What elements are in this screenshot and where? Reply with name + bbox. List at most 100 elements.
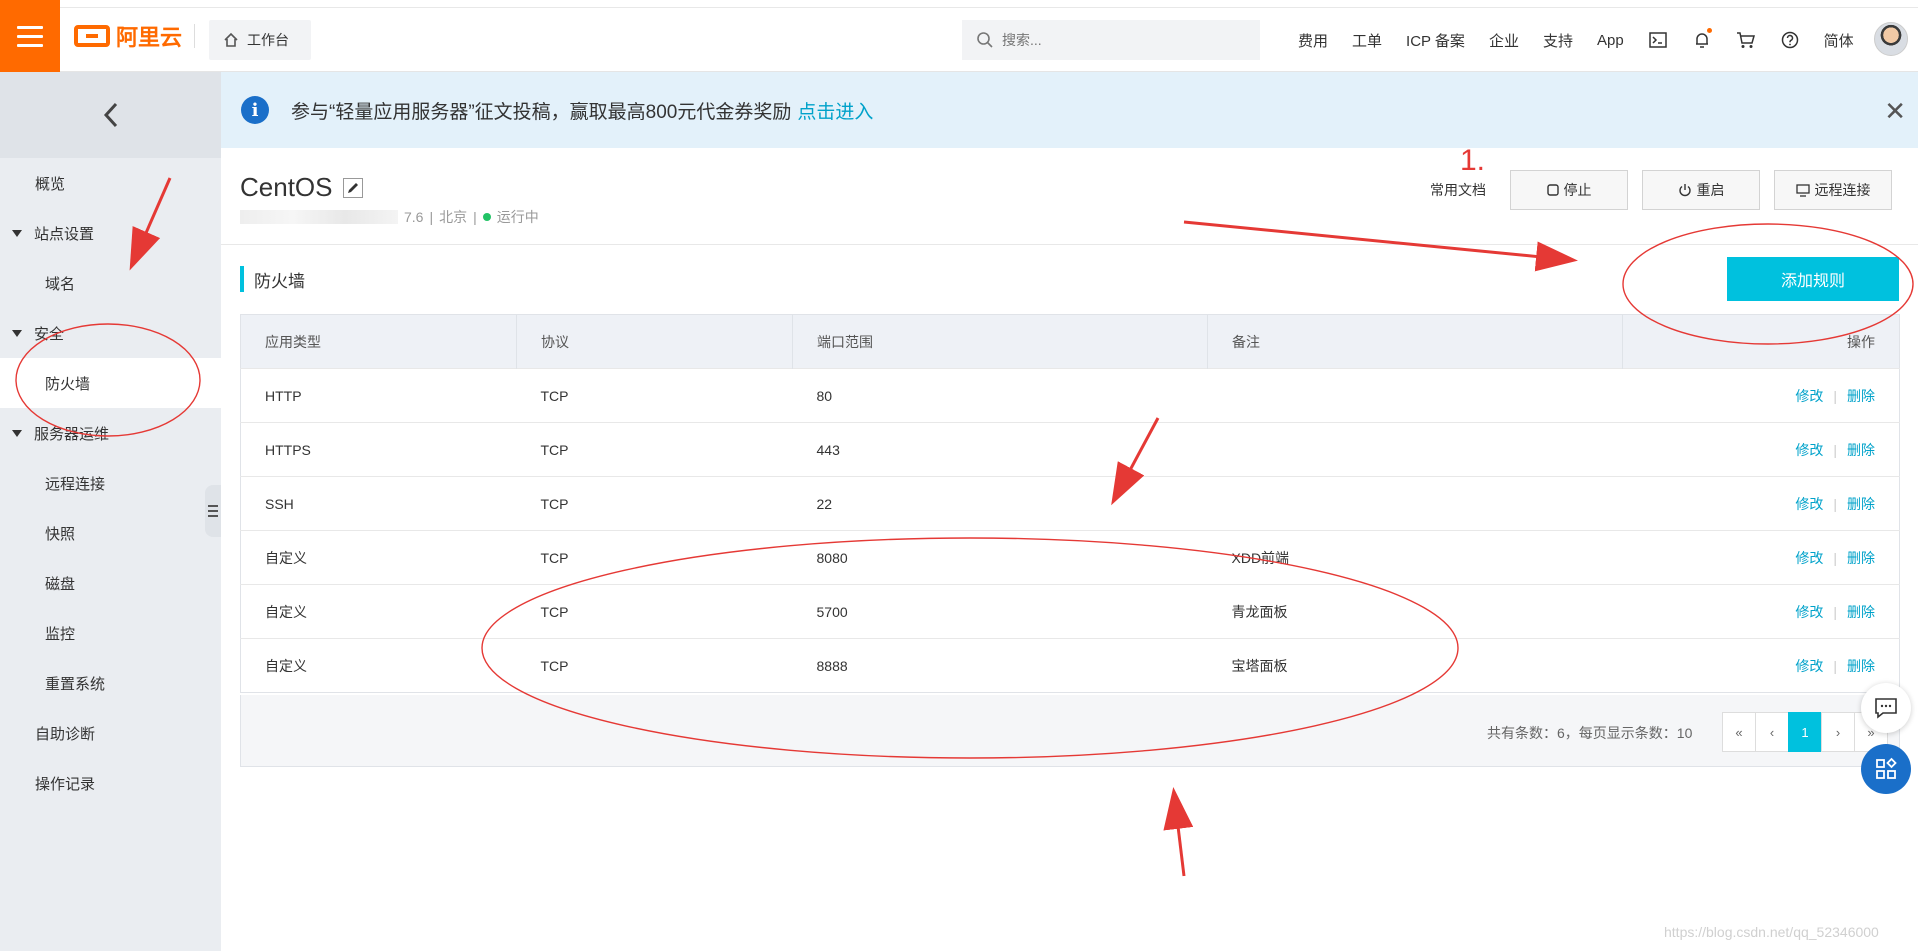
delete-rule-link[interactable]: 删除: [1847, 442, 1875, 458]
prev-page-button[interactable]: ‹: [1755, 712, 1789, 752]
edit-rule-link[interactable]: 修改: [1795, 550, 1823, 566]
column-header: 应用类型: [240, 314, 517, 369]
avatar[interactable]: [1874, 22, 1908, 56]
edit-rule-link[interactable]: 修改: [1795, 604, 1823, 620]
sidebar-item-reset-system[interactable]: 重置系统: [0, 658, 221, 708]
sidebar-item-monitor[interactable]: 监控: [0, 608, 221, 658]
blurred-instance-id: [240, 210, 398, 224]
sidebar-item-disk[interactable]: 磁盘: [0, 558, 221, 608]
sidebar-item-operation-log[interactable]: 操作记录: [0, 758, 221, 808]
chat-button[interactable]: [1861, 683, 1911, 733]
table-row: 自定义 TCP 8888 宝塔面板 修改 | 删除: [240, 638, 1900, 693]
monitor-icon: [1795, 183, 1810, 197]
port-cell: 80: [792, 368, 1208, 423]
next-page-button[interactable]: ›: [1821, 712, 1855, 752]
home-icon: [224, 32, 238, 47]
stop-button[interactable]: 停止: [1510, 170, 1628, 210]
delete-rule-link[interactable]: 删除: [1847, 658, 1875, 674]
sidebar-item-label: 自助诊断: [35, 725, 96, 743]
protocol-cell: TCP: [516, 422, 793, 477]
terminal-icon[interactable]: [1636, 20, 1680, 60]
nav-support[interactable]: 支持: [1531, 30, 1585, 51]
delete-rule-link[interactable]: 删除: [1847, 388, 1875, 404]
edit-rule-link[interactable]: 修改: [1795, 658, 1823, 674]
table-row: SSH TCP 22 修改 | 删除: [240, 476, 1900, 531]
protocol-cell: TCP: [516, 638, 793, 693]
sidebar-item-label: 远程连接: [45, 475, 106, 493]
note-cell: 宝塔面板: [1207, 638, 1623, 693]
sidebar-group-site-settings[interactable]: 站点设置: [0, 208, 221, 258]
sidebar-item-label: 快照: [45, 525, 76, 543]
chevron-left-icon: [103, 102, 117, 128]
promo-banner: i 参与“轻量应用服务器”征文投稿，赢取最高800元代金券奖励 点击进入 ✕: [221, 72, 1918, 148]
sidebar: 概览 站点设置 域名 安全 防火墙 服务器运维 远程连接 快照 磁盘 监控 重置…: [0, 72, 221, 951]
remote-connect-button[interactable]: 远程连接: [1774, 170, 1892, 210]
op-separator: |: [1833, 495, 1837, 512]
help-icon[interactable]: [1768, 20, 1812, 60]
docs-link[interactable]: 常用文档: [1430, 180, 1486, 200]
restart-button[interactable]: 重启: [1642, 170, 1760, 210]
workbench-button[interactable]: 工作台: [209, 20, 311, 60]
delete-rule-link[interactable]: 删除: [1847, 550, 1875, 566]
add-rule-button[interactable]: 添加规则: [1727, 257, 1899, 301]
sidebar-collapse-toggle[interactable]: [205, 485, 221, 537]
sidebar-item-label: 防火墙: [45, 375, 91, 393]
op-separator: |: [1833, 387, 1837, 404]
ops-cell: 修改 | 删除: [1622, 584, 1900, 639]
banner-link[interactable]: 点击进入: [797, 97, 873, 124]
header-divider: [221, 244, 1918, 245]
cart-icon[interactable]: [1724, 20, 1768, 60]
delete-rule-link[interactable]: 删除: [1847, 496, 1875, 512]
search-box[interactable]: [962, 20, 1260, 60]
hamburger-menu-button[interactable]: [0, 0, 60, 72]
search-input[interactable]: [1002, 32, 1242, 48]
bell-icon[interactable]: [1680, 20, 1724, 60]
nav-billing[interactable]: 费用: [1286, 30, 1340, 51]
edit-icon[interactable]: [342, 177, 363, 198]
search-icon: [977, 32, 993, 48]
op-separator: |: [1833, 657, 1837, 674]
section-title: 防火墙: [240, 266, 305, 292]
note-cell: [1207, 422, 1623, 477]
sidebar-item-domain[interactable]: 域名: [0, 258, 221, 308]
instance-actions: 常用文档 停止 重启 远程连接: [1430, 170, 1906, 210]
sidebar-item-remote-connect[interactable]: 远程连接: [0, 458, 221, 508]
first-page-button[interactable]: «: [1722, 712, 1756, 752]
instance-version: 7.6: [404, 209, 424, 225]
nav-enterprise[interactable]: 企业: [1477, 30, 1531, 51]
edit-rule-link[interactable]: 修改: [1795, 496, 1823, 512]
sidebar-item-overview[interactable]: 概览: [0, 158, 221, 208]
nav-app[interactable]: App: [1585, 32, 1636, 49]
ops-cell: 修改 | 删除: [1622, 530, 1900, 585]
delete-rule-link[interactable]: 删除: [1847, 604, 1875, 620]
nav-tickets[interactable]: 工单: [1340, 30, 1394, 51]
note-cell: 青龙面板: [1207, 584, 1623, 639]
sidebar-back-button[interactable]: [0, 72, 221, 158]
edit-rule-link[interactable]: 修改: [1795, 442, 1823, 458]
app-cell: HTTP: [240, 368, 517, 423]
logo-divider: [194, 24, 195, 48]
close-icon[interactable]: ✕: [1884, 96, 1906, 127]
page-button-current[interactable]: 1: [1788, 712, 1822, 752]
meta-separator: |: [429, 209, 434, 225]
apps-button[interactable]: [1861, 744, 1911, 794]
sidebar-item-label: 监控: [45, 625, 76, 643]
edit-rule-link[interactable]: 修改: [1795, 388, 1823, 404]
language-switch[interactable]: 简体: [1812, 30, 1866, 51]
sidebar-item-self-diagnosis[interactable]: 自助诊断: [0, 708, 221, 758]
note-cell: [1207, 476, 1623, 531]
protocol-cell: TCP: [516, 368, 793, 423]
app-cell: 自定义: [240, 584, 517, 639]
sidebar-item-firewall[interactable]: 防火墙: [0, 358, 221, 408]
ops-cell: 修改 | 删除: [1622, 476, 1900, 531]
power-icon: [1678, 184, 1691, 197]
nav-icp[interactable]: ICP 备案: [1394, 30, 1477, 51]
info-icon: i: [241, 96, 269, 124]
ops-cell: 修改 | 删除: [1622, 368, 1900, 423]
table-body: HTTP TCP 80 修改 | 删除 HTTPS TCP 443 修改 | 删除 SSH TCP 22 修改…: [240, 368, 1900, 693]
sidebar-item-snapshot[interactable]: 快照: [0, 508, 221, 558]
annotation-arrow: [1183, 220, 1578, 272]
sidebar-group-security[interactable]: 安全: [0, 308, 221, 358]
brand-logo[interactable]: 阿里云: [74, 22, 182, 50]
sidebar-group-server-ops[interactable]: 服务器运维: [0, 408, 221, 458]
